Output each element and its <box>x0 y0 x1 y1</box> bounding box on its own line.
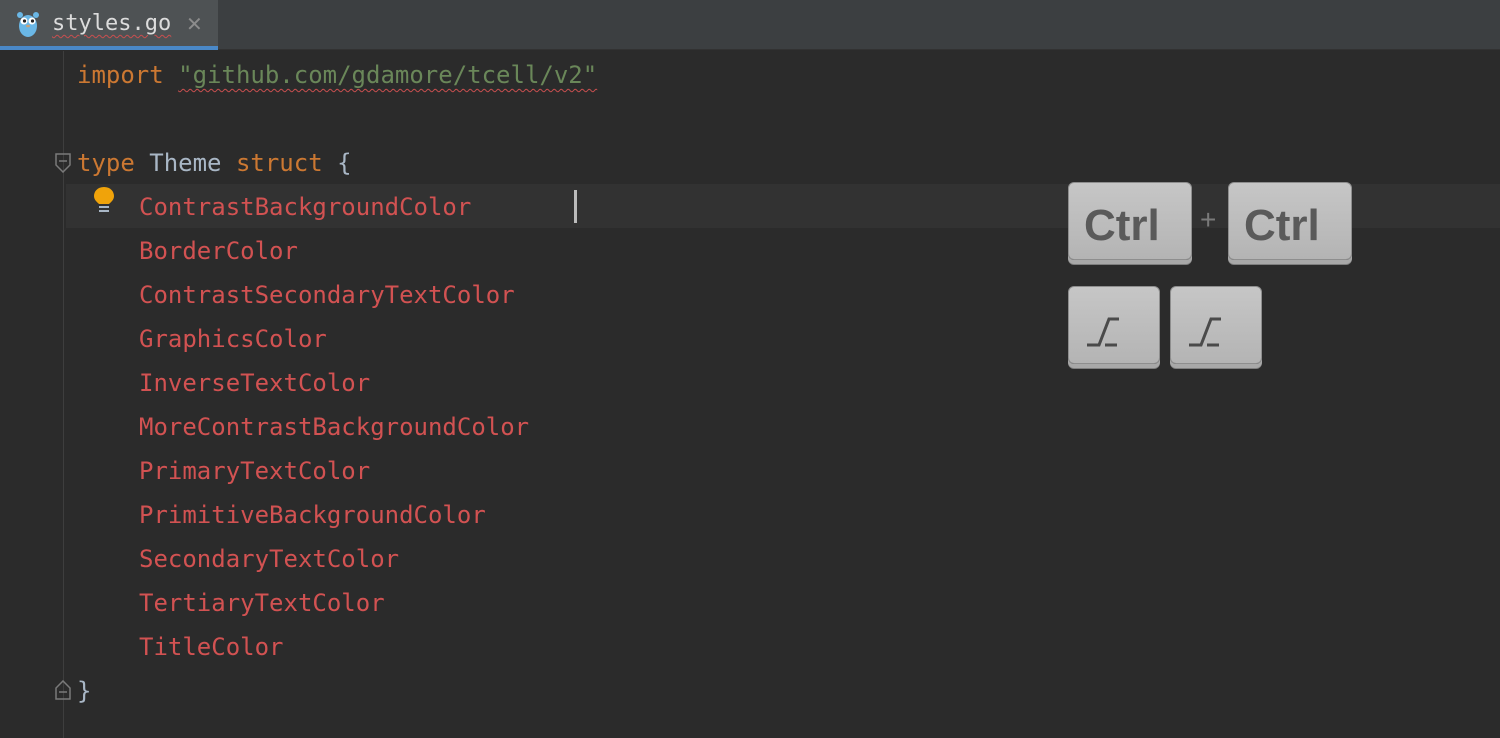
type-name: Theme <box>149 149 222 177</box>
keyword-type: type <box>77 149 135 177</box>
struct-field[interactable]: TitleColor <box>139 625 284 669</box>
struct-field[interactable]: PrimitiveBackgroundColor <box>139 493 486 537</box>
struct-field[interactable]: BorderColor <box>139 229 298 273</box>
keyword-import: import <box>77 61 164 89</box>
struct-field[interactable]: ContrastSecondaryTextColor <box>139 273 515 317</box>
keyword-struct: struct <box>235 149 323 177</box>
struct-field[interactable]: SecondaryTextColor <box>139 537 399 581</box>
key-press-icon <box>1087 317 1119 347</box>
struct-field[interactable]: TertiaryTextColor <box>139 581 385 625</box>
code-line-import[interactable]: import "github.com/gdamore/tcell/v2" <box>77 53 597 97</box>
editor-tab-bar: styles.go ✕ <box>0 0 1500 50</box>
close-brace: } <box>77 677 92 705</box>
ctrl-key-right: Ctrl <box>1228 182 1352 260</box>
struct-field[interactable]: ContrastBackgroundColor <box>139 185 471 229</box>
tab-styles-go[interactable]: styles.go ✕ <box>0 0 218 50</box>
go-gopher-icon <box>17 12 39 37</box>
open-brace: { <box>337 149 352 177</box>
key-press-box-2 <box>1170 286 1262 364</box>
struct-field[interactable]: InverseTextColor <box>139 361 370 405</box>
fold-close-icon[interactable] <box>54 680 72 700</box>
struct-field[interactable]: MoreContrastBackgroundColor <box>139 405 529 449</box>
text-caret <box>574 190 577 223</box>
ctrl-key-label: Ctrl <box>1084 201 1160 250</box>
struct-field[interactable]: GraphicsColor <box>139 317 327 361</box>
ctrl-key-label: Ctrl <box>1244 201 1320 250</box>
ctrl-key-left: Ctrl <box>1068 182 1192 260</box>
tab-filename: styles.go <box>52 11 172 36</box>
import-path-string: "github.com/gdamore/tcell/v2" <box>178 61 598 89</box>
fold-open-icon[interactable] <box>54 153 72 173</box>
code-line-type-decl[interactable]: type Theme struct { <box>77 141 352 185</box>
lightbulb-icon[interactable] <box>92 186 116 216</box>
key-press-box-1 <box>1068 286 1160 364</box>
close-icon[interactable]: ✕ <box>186 12 203 36</box>
struct-field[interactable]: PrimaryTextColor <box>139 449 370 493</box>
plus-sign: + <box>1200 204 1217 235</box>
key-press-icon <box>1189 317 1221 347</box>
